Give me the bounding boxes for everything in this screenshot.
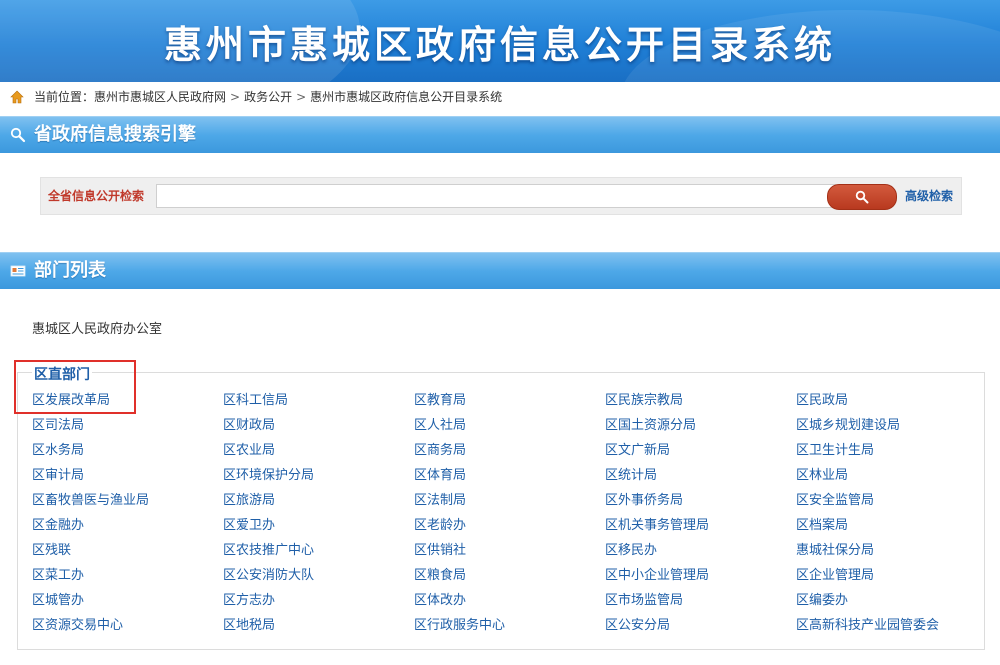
dept-link[interactable]: 区文广新局 [605, 439, 670, 458]
dept-link[interactable]: 区农技推广中心 [223, 539, 314, 558]
breadcrumb-current[interactable]: 惠州市惠城区政府信息公开目录系统 [310, 90, 502, 104]
search-input[interactable] [156, 184, 836, 208]
dept-link[interactable]: 区中小企业管理局 [605, 564, 709, 583]
dept-link[interactable]: 区金融办 [32, 514, 84, 533]
dept-link[interactable]: 区城乡规划建设局 [796, 414, 900, 433]
dept-link[interactable]: 区统计局 [605, 464, 657, 483]
search-section-title: 省政府信息搜索引擎 [34, 124, 196, 145]
dept-link[interactable]: 区城管办 [32, 589, 84, 608]
dept-link[interactable]: 区残联 [32, 539, 71, 558]
breadcrumb-prefix: 当前位置： [34, 90, 95, 104]
dept-link[interactable]: 区旅游局 [223, 489, 275, 508]
dept-link[interactable]: 区水务局 [32, 439, 84, 458]
chevron-right-icon: > [230, 90, 241, 104]
search-icon [855, 190, 869, 204]
dept-link[interactable]: 区体育局 [414, 464, 466, 483]
dept-link[interactable]: 区行政服务中心 [414, 614, 505, 633]
dept-link[interactable]: 区机关事务管理局 [605, 514, 709, 533]
dept-link[interactable]: 区移民办 [605, 539, 657, 558]
dept-link[interactable]: 区高新科技产业园管委会 [796, 614, 939, 633]
breadcrumb-link-gov[interactable]: 惠州市惠城区人民政府网 [94, 90, 226, 104]
office-link[interactable]: 惠城区人民政府办公室 [32, 318, 162, 337]
dept-link[interactable]: 区方志办 [223, 589, 275, 608]
dept-link[interactable]: 区司法局 [32, 414, 84, 433]
dept-link[interactable]: 区财政局 [223, 414, 275, 433]
dept-link[interactable]: 区体改办 [414, 589, 466, 608]
search-label: 全省信息公开检索 [48, 189, 145, 203]
dept-link[interactable]: 区爱卫办 [223, 514, 275, 533]
dept-link[interactable]: 区教育局 [414, 389, 466, 408]
dept-link[interactable]: 区林业局 [796, 464, 848, 483]
dept-link[interactable]: 区畜牧兽医与渔业局 [32, 489, 149, 508]
dept-link[interactable]: 区卫生计生局 [796, 439, 874, 458]
header-banner: 惠州市惠城区政府信息公开目录系统 [0, 0, 1000, 82]
dept-link[interactable]: 区环境保护分局 [223, 464, 314, 483]
search-button[interactable] [827, 184, 897, 210]
advanced-search-link[interactable]: 高级检索 [905, 178, 953, 214]
breadcrumb: 当前位置：惠州市惠城区人民政府网 > 政务公开 > 惠州市惠城区政府信息公开目录系统 [0, 82, 1000, 112]
home-icon[interactable] [10, 90, 24, 104]
dept-link[interactable]: 区法制局 [414, 489, 466, 508]
dept-link[interactable]: 区公安分局 [605, 614, 670, 633]
dept-link[interactable]: 区科工信局 [223, 389, 288, 408]
dept-link[interactable]: 区安全监管局 [796, 489, 874, 508]
dept-link[interactable]: 区民族宗教局 [605, 389, 683, 408]
dept-link[interactable]: 惠城社保分局 [796, 539, 874, 558]
breadcrumb-link-open[interactable]: 政务公开 [244, 90, 292, 104]
dept-link[interactable]: 区商务局 [414, 439, 466, 458]
magnifier-icon [10, 127, 26, 143]
dept-link[interactable]: 区民政局 [796, 389, 848, 408]
dept-link[interactable]: 区审计局 [32, 464, 84, 483]
dept-link[interactable]: 区市场监管局 [605, 589, 683, 608]
dept-link[interactable]: 区地税局 [223, 614, 275, 633]
list-card-icon [10, 265, 26, 277]
dept-section-header: 部门列表 [0, 252, 1000, 289]
dept-link[interactable]: 区粮食局 [414, 564, 466, 583]
dept-link[interactable]: 区企业管理局 [796, 564, 874, 583]
dept-link[interactable]: 区供销社 [414, 539, 466, 558]
dept-link[interactable]: 区编委办 [796, 589, 848, 608]
dept-link[interactable]: 区资源交易中心 [32, 614, 123, 633]
chevron-right-icon: > [296, 90, 307, 104]
dept-link[interactable]: 区外事侨务局 [605, 489, 683, 508]
dept-link[interactable]: 区档案局 [796, 514, 848, 533]
search-box: 全省信息公开检索 高级检索 [40, 177, 962, 215]
dept-link[interactable]: 区国土资源分局 [605, 414, 696, 433]
dept-link[interactable]: 区公安消防大队 [223, 564, 314, 583]
dept-link[interactable]: 区菜工办 [32, 564, 84, 583]
dept-link[interactable]: 区农业局 [223, 439, 275, 458]
dept-link[interactable]: 区老龄办 [414, 514, 466, 533]
dept-section-title: 部门列表 [34, 260, 106, 281]
dept-link[interactable]: 区发展改革局 [32, 389, 110, 408]
site-title: 惠州市惠城区政府信息公开目录系统 [163, 23, 836, 67]
search-section-header: 省政府信息搜索引擎 [0, 116, 1000, 153]
dept-link[interactable]: 区人社局 [414, 414, 466, 433]
